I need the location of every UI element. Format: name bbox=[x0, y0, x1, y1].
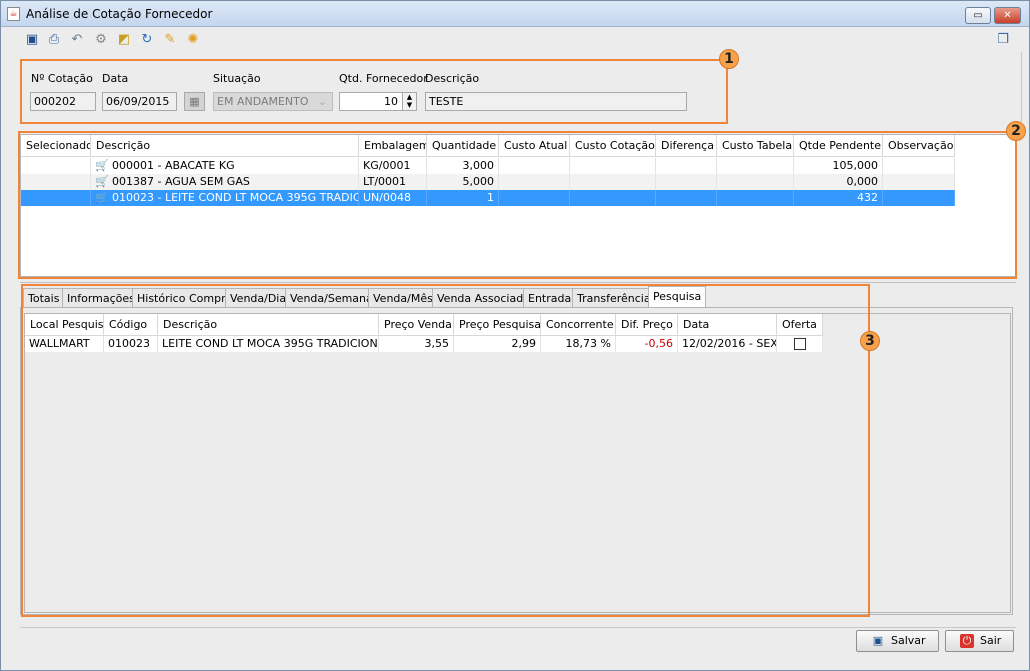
title-bar: ☕ Análise de Cotação Fornecedor ▭ ✕ bbox=[1, 1, 1029, 27]
annotation-box-3 bbox=[21, 284, 870, 617]
undo-icon[interactable]: ↶ bbox=[69, 32, 85, 48]
annotation-box-1 bbox=[20, 59, 728, 124]
print-icon[interactable]: ⎙ bbox=[46, 32, 62, 48]
settings-icon[interactable]: ⚙ bbox=[93, 32, 109, 48]
save-icon: ▣ bbox=[872, 634, 884, 647]
salvar-label: Salvar bbox=[891, 634, 926, 647]
java-app-icon: ☕ bbox=[7, 7, 20, 21]
divider bbox=[1021, 52, 1022, 122]
app-window: ☕ Análise de Cotação Fornecedor ▭ ✕ ▣ ⎙ … bbox=[0, 0, 1030, 671]
divider bbox=[20, 627, 1016, 628]
cascade-windows-icon[interactable]: ❐ bbox=[995, 32, 1011, 48]
window-title: Análise de Cotação Fornecedor bbox=[26, 7, 213, 21]
splitter[interactable] bbox=[20, 282, 1016, 283]
close-button[interactable]: ✕ bbox=[994, 7, 1021, 24]
process-icon[interactable]: ✺ bbox=[185, 32, 201, 48]
clean-icon[interactable]: ✎ bbox=[162, 32, 178, 48]
salvar-button[interactable]: ▣ Salvar bbox=[856, 630, 939, 652]
exit-icon: ⏻ bbox=[960, 634, 974, 648]
annotation-number-2: 2 bbox=[1006, 121, 1026, 141]
sair-button[interactable]: ⏻ Sair bbox=[945, 630, 1014, 652]
restore-button[interactable]: ▭ bbox=[965, 7, 991, 24]
report-icon[interactable]: ◩ bbox=[116, 32, 132, 48]
annotation-number-1: 1 bbox=[719, 49, 739, 69]
annotation-number-3: 3 bbox=[860, 331, 880, 351]
sair-label: Sair bbox=[980, 634, 1002, 647]
annotation-box-2 bbox=[18, 131, 1017, 279]
refresh-icon[interactable]: ↻ bbox=[139, 32, 155, 48]
save-icon[interactable]: ▣ bbox=[24, 32, 40, 48]
